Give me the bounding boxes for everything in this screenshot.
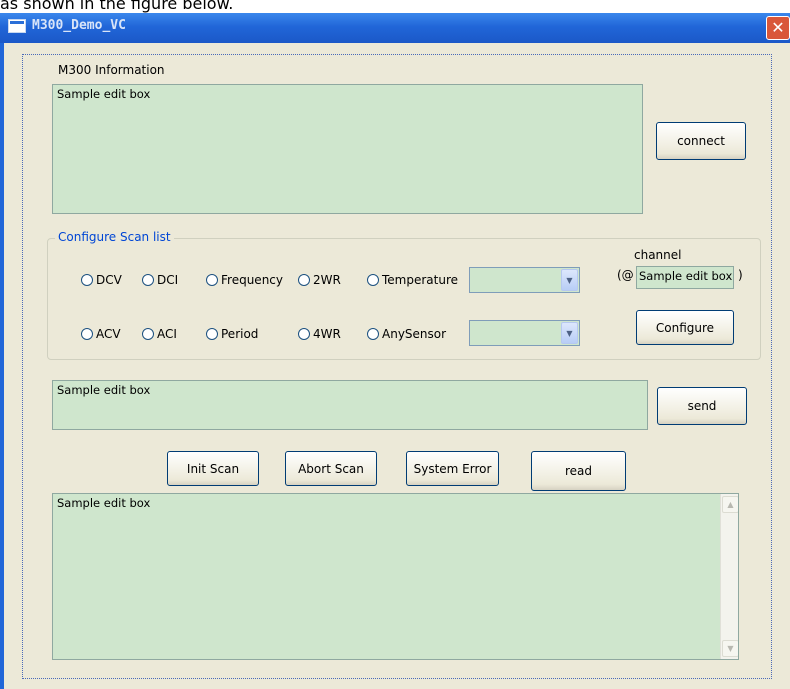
radio-period-indicator — [206, 328, 218, 340]
init-scan-button[interactable]: Init Scan — [167, 451, 259, 486]
abort-scan-button[interactable]: Abort Scan — [285, 451, 377, 486]
scan-list-title: Configure Scan list — [55, 230, 174, 244]
chevron-down-icon[interactable]: ▼ — [561, 269, 578, 291]
send-button[interactable]: send — [657, 387, 747, 425]
radio-dci[interactable]: DCI — [142, 273, 178, 287]
radio-acv-indicator — [81, 328, 93, 340]
system-error-button[interactable]: System Error — [406, 451, 499, 486]
radio-temperature-indicator — [367, 274, 379, 286]
radio-dcv-indicator — [81, 274, 93, 286]
temperature-combo[interactable]: ▼ — [469, 267, 580, 293]
anysensor-combo[interactable]: ▼ — [469, 320, 580, 346]
radio-period[interactable]: Period — [206, 327, 258, 341]
caption-text: as shown in the figure below. — [0, 0, 234, 13]
command-edit-box[interactable]: Sample edit box — [52, 380, 648, 430]
radio-dci-indicator — [142, 274, 154, 286]
radio-4wr[interactable]: 4WR — [298, 327, 341, 341]
radio-frequency-indicator — [206, 274, 218, 286]
close-button[interactable]: ✕ — [766, 16, 790, 40]
configure-button[interactable]: Configure — [636, 310, 734, 345]
connect-button[interactable]: connect — [656, 122, 746, 160]
radio-2wr[interactable]: 2WR — [298, 273, 341, 287]
radio-frequency[interactable]: Frequency — [206, 273, 283, 287]
output-text: Sample edit box — [57, 496, 151, 510]
radio-acv[interactable]: ACV — [81, 327, 121, 341]
output-scrollbar[interactable]: ▲ ▼ — [720, 494, 738, 659]
chevron-down-icon[interactable]: ▼ — [561, 322, 578, 344]
channel-edit-box[interactable]: Sample edit box — [636, 266, 734, 289]
radio-aci-indicator — [142, 328, 154, 340]
radio-anysensor[interactable]: AnySensor — [367, 327, 446, 341]
output-edit-box[interactable]: Sample edit box ▲ ▼ — [52, 493, 739, 660]
channel-label: channel — [634, 248, 682, 262]
radio-4wr-indicator — [298, 328, 310, 340]
channel-suffix: ) — [738, 268, 743, 282]
chevron-down-icon[interactable]: ▼ — [722, 640, 738, 657]
window-icon — [8, 19, 26, 33]
chevron-up-icon[interactable]: ▲ — [722, 496, 738, 513]
info-edit-box[interactable]: Sample edit box — [52, 84, 643, 214]
radio-anysensor-indicator — [367, 328, 379, 340]
radio-dcv[interactable]: DCV — [81, 273, 122, 287]
info-label: M300 Information — [58, 63, 165, 77]
radio-temperature[interactable]: Temperature — [367, 273, 458, 287]
radio-2wr-indicator — [298, 274, 310, 286]
title-bar: M300_Demo_VC ✕ — [0, 13, 790, 43]
radio-aci[interactable]: ACI — [142, 327, 177, 341]
channel-prefix: (@ — [617, 268, 634, 282]
read-button[interactable]: read — [531, 451, 626, 491]
window-title: M300_Demo_VC — [32, 18, 126, 33]
